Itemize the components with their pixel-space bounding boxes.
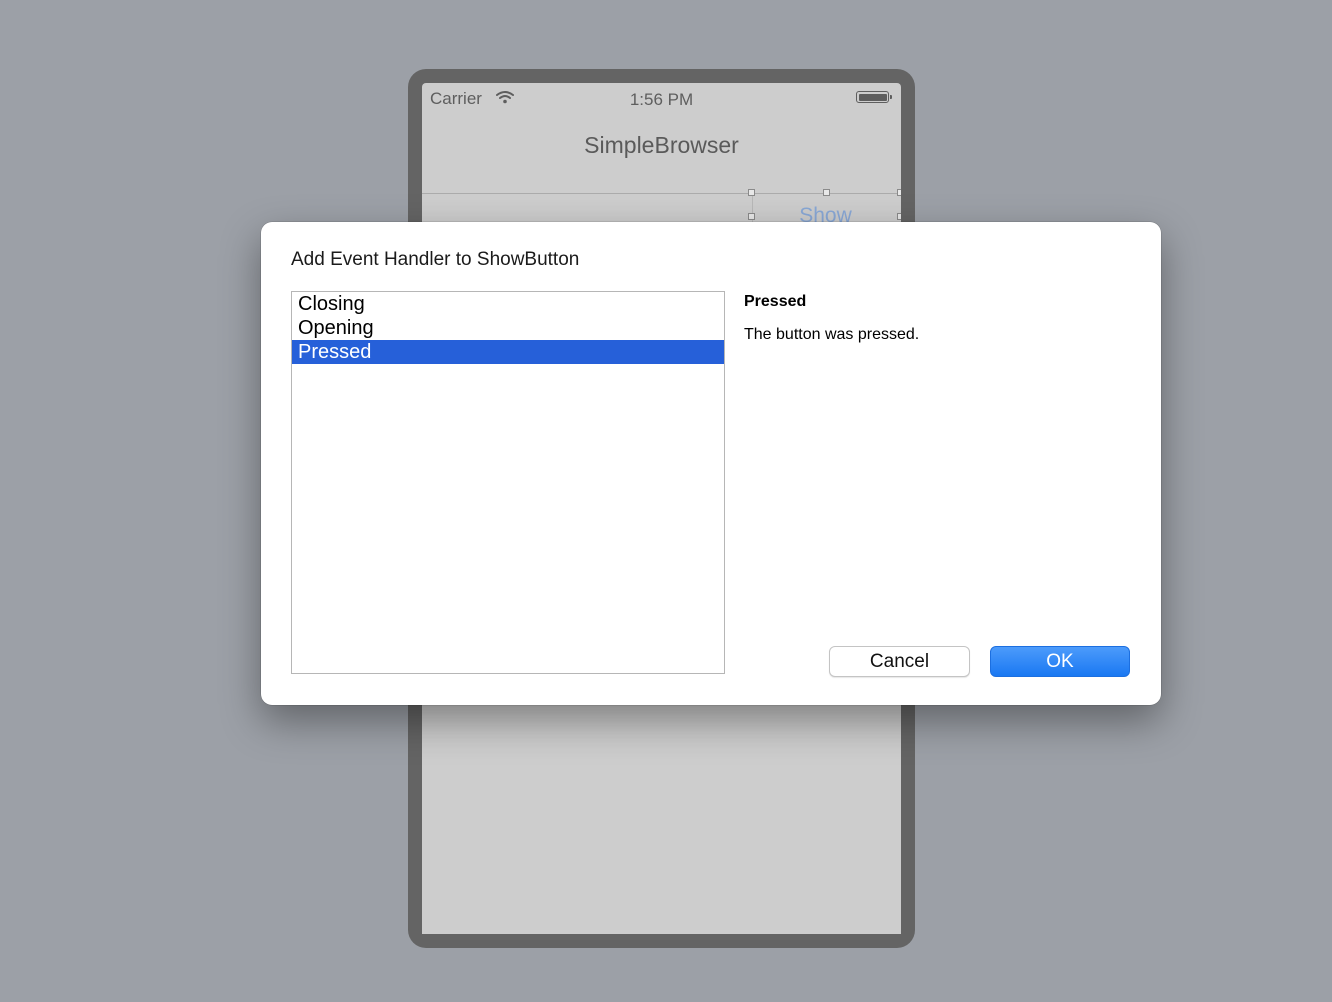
event-list[interactable]: Closing Opening Pressed (291, 291, 725, 674)
resize-handle[interactable] (823, 189, 830, 196)
cancel-button[interactable]: Cancel (829, 646, 970, 677)
ok-button[interactable]: OK (990, 646, 1130, 677)
list-item[interactable]: Closing (292, 292, 724, 316)
list-item[interactable]: Opening (292, 316, 724, 340)
list-item-selected[interactable]: Pressed (292, 340, 724, 364)
battery-icon (856, 91, 892, 103)
resize-handle[interactable] (897, 189, 901, 196)
status-bar: Carrier 1:56 PM (422, 83, 901, 113)
add-event-handler-dialog: Add Event Handler to ShowButton Closing … (261, 222, 1161, 705)
nav-title: SimpleBrowser (584, 132, 739, 158)
dialog-title: Add Event Handler to ShowButton (291, 249, 580, 270)
status-time: 1:56 PM (629, 90, 694, 109)
event-description-text: The button was pressed. (744, 326, 920, 343)
event-description-title: Pressed (744, 293, 807, 310)
resize-handle[interactable] (748, 189, 755, 196)
